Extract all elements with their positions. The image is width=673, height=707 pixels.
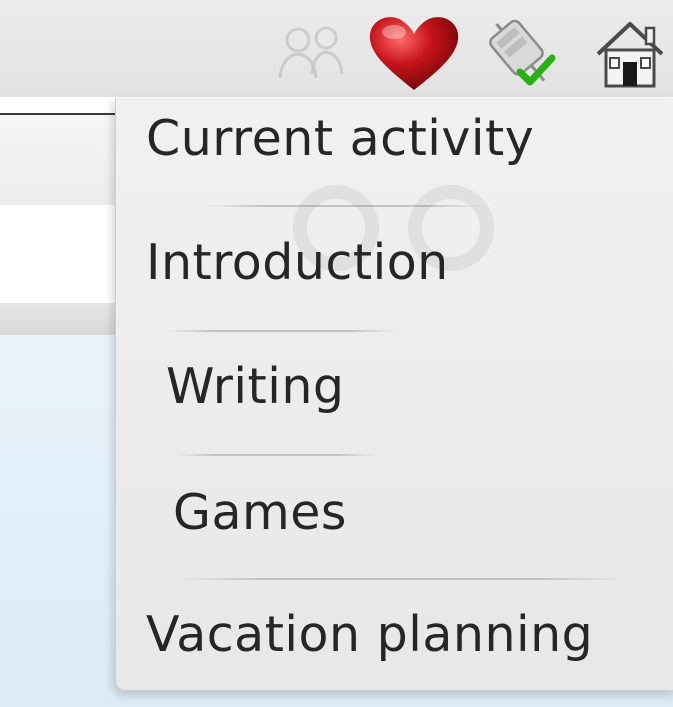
people-icon[interactable]	[276, 22, 346, 84]
heart-icon[interactable]	[366, 12, 462, 96]
connection-status-icon[interactable]	[480, 14, 566, 98]
menu-separator	[176, 578, 626, 580]
menu-item-label: Games	[173, 484, 347, 541]
menu-item-label: Current activity	[146, 110, 535, 167]
menu-item-current-activity[interactable]: Current activity	[116, 98, 673, 210]
menu-item-label: Vacation planning	[146, 606, 594, 663]
menu-item-label: Introduction	[146, 234, 449, 291]
top-panel	[0, 0, 673, 98]
home-icon[interactable]	[592, 16, 668, 94]
menu-separator	[176, 454, 376, 456]
menu-item-introduction[interactable]: Introduction	[116, 208, 673, 320]
menu-separator	[166, 330, 396, 332]
menu-item-vacation-planning[interactable]: Vacation planning	[116, 582, 673, 694]
menu-separator	[206, 205, 486, 207]
activity-menu: Current activity Introduction Writing Ga…	[115, 98, 673, 691]
menu-item-writing[interactable]: Writing	[116, 334, 673, 446]
menu-item-label: Writing	[166, 358, 345, 415]
screen: Current activity Introduction Writing Ga…	[0, 0, 673, 707]
menu-item-games[interactable]: Games	[116, 458, 673, 570]
